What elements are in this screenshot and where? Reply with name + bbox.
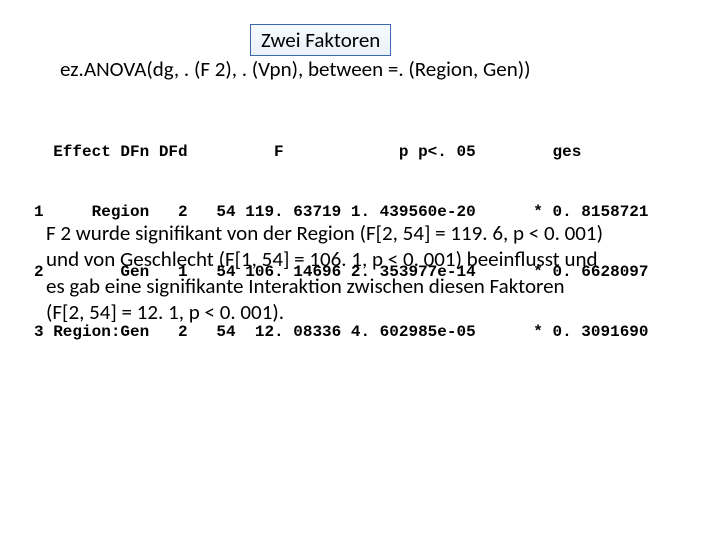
anova-header: Effect DFn DFd F p p<. 05 ges	[34, 142, 649, 162]
anova-row: 1 Region 2 54 119. 63719 1. 439560e-20 *…	[34, 202, 649, 222]
r-code-line: ez.ANOVA(dg, . (F 2), . (Vpn), between =…	[60, 56, 531, 82]
anova-row: 3 Region:Gen 2 54 12. 08336 4. 602985e-0…	[34, 322, 649, 342]
section-title: Zwei Faktoren	[261, 27, 380, 53]
interpretation-paragraph: F 2 wurde signifikant von der Region (F[…	[46, 220, 606, 325]
section-title-box: Zwei Faktoren	[250, 24, 391, 56]
